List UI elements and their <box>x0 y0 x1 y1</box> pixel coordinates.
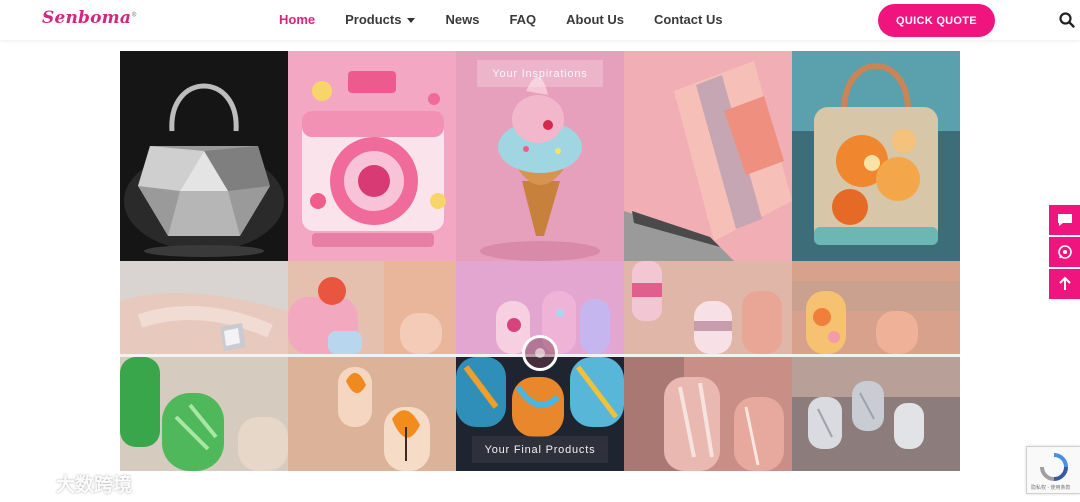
pastel-block-nails <box>624 261 792 354</box>
glass-flower-nails <box>792 261 960 354</box>
glossy-stripe-nails <box>624 357 792 471</box>
site-header: Senboma® Home Products News FAQ About Us… <box>0 0 1080 40</box>
final-products-label: Your Final Products <box>472 436 608 463</box>
search-icon[interactable] <box>1058 11 1076 29</box>
inspirations-label: Your Inspirations <box>477 60 603 87</box>
watermark-text: 大数跨境 <box>56 475 133 496</box>
back-to-top-button[interactable] <box>1049 269 1080 299</box>
chevron-down-icon <box>407 18 416 24</box>
arrow-up-icon <box>1058 276 1071 290</box>
watermark-logo-icon <box>9 474 50 493</box>
nav-news[interactable]: News <box>445 12 479 27</box>
nav-about-us[interactable]: About Us <box>566 12 624 27</box>
watermark: 大数跨境 <box>8 470 132 497</box>
main-nav: Home Products News FAQ About Us Contact … <box>279 12 753 27</box>
orange-tulip-nails <box>288 357 456 471</box>
glass-flower-handbag-image <box>792 51 960 261</box>
whatsapp-button[interactable] <box>1049 237 1080 267</box>
nav-contact-us[interactable]: Contact Us <box>654 12 723 27</box>
nav-faq[interactable]: FAQ <box>509 12 536 27</box>
green-glass-nails <box>120 357 288 471</box>
nav-home[interactable]: Home <box>279 12 315 27</box>
before-after-gallery: Your Inspirations Your Final Products <box>120 51 960 471</box>
silver-chrome-nails <box>792 357 960 471</box>
recaptcha-links[interactable]: 隐私权 - 使用条款 <box>1031 484 1070 491</box>
laptop-image <box>624 51 792 261</box>
comparison-slider-handle[interactable] <box>522 335 558 371</box>
message-button[interactable] <box>1049 205 1080 235</box>
recaptcha-badge[interactable]: 隐私权 - 使用条款 <box>1026 446 1080 494</box>
site-logo[interactable]: Senboma® <box>42 8 137 28</box>
message-icon <box>1057 214 1072 226</box>
silver-geometric-nails <box>120 261 288 354</box>
candy-pink-nails <box>288 261 456 354</box>
recaptcha-icon <box>1040 453 1068 481</box>
quick-quote-button[interactable]: QUICK QUOTE <box>878 4 995 37</box>
crystal-handbag-image <box>120 51 288 261</box>
nav-products[interactable]: Products <box>345 12 416 27</box>
pink-camera-image <box>288 51 456 261</box>
whatsapp-icon <box>1057 245 1072 259</box>
